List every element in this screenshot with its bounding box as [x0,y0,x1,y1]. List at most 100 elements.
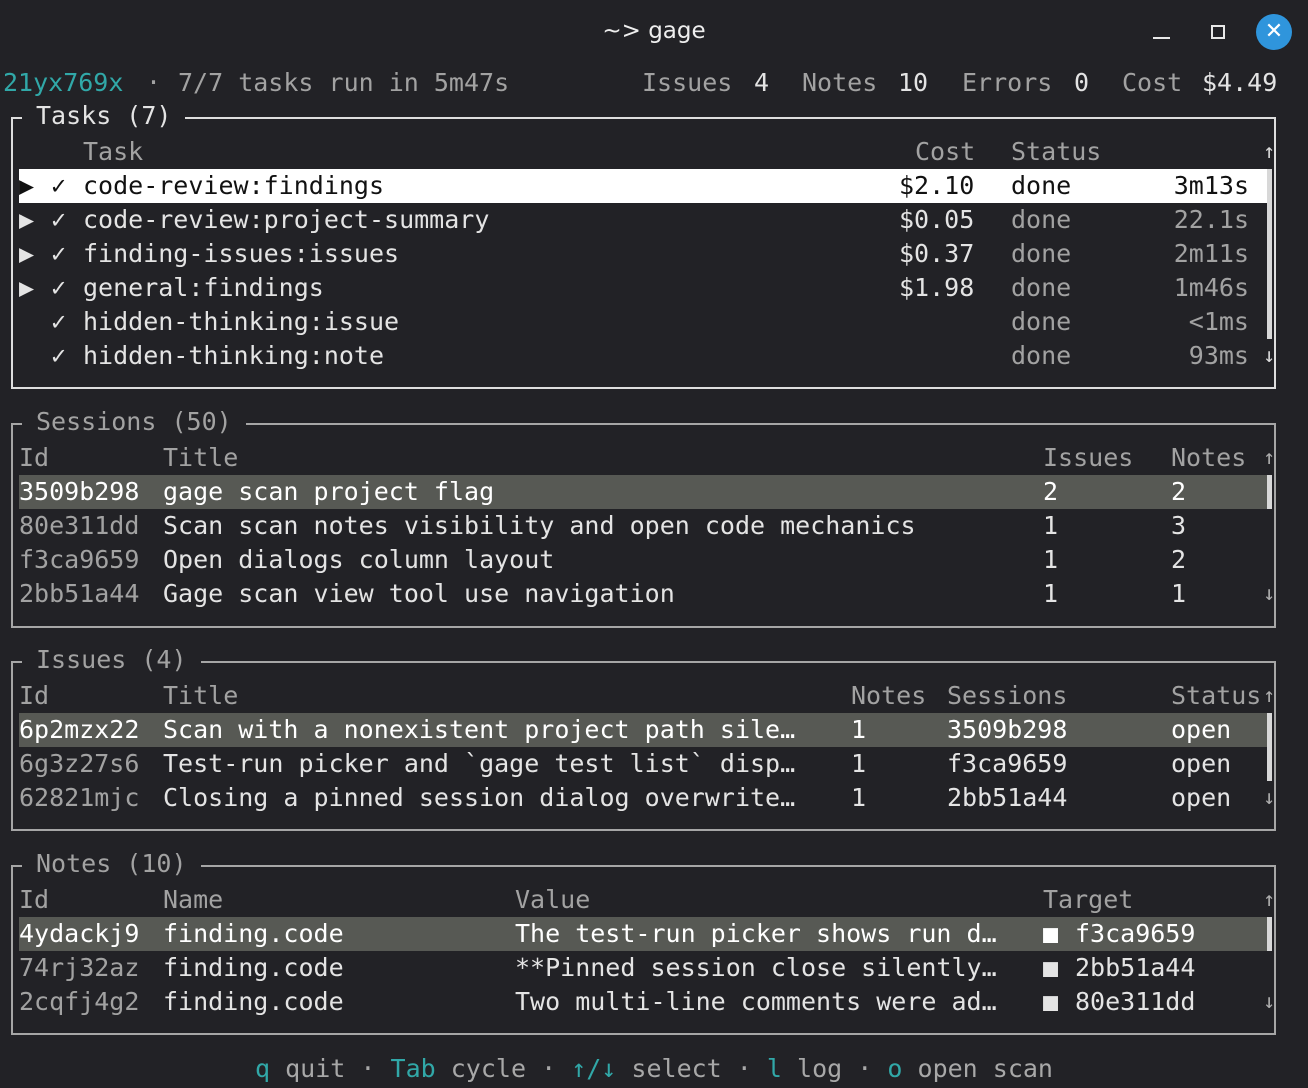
issue-session: f3ca9659 [947,749,1068,778]
note-row[interactable]: 74rj32az finding.code **Pinned session c… [19,951,1269,985]
scroll-down-icon[interactable]: ↓ [1263,581,1275,605]
note-id: 4ydackj9 [19,919,140,948]
target-column-header: Target [1043,885,1134,914]
tasks-header-row: Task Cost Status [19,135,1269,169]
scroll-up-icon[interactable]: ↑ [1263,887,1275,911]
sessions-panel[interactable]: Sessions (50) Id Title Issues Notes 3509… [11,405,1276,628]
task-cost: $2.10 [899,171,975,200]
summary-bar: 21yx769x · 7/7 tasks run in 5m47s Issues… [0,66,1308,100]
issue-session: 2bb51a44 [947,783,1068,812]
task-duration: 1m46s [1173,273,1249,302]
issue-row[interactable]: 62821mjc Closing a pinned session dialog… [19,781,1269,815]
window-title: ~> gage [602,18,706,44]
id-column-header: Id [19,681,50,710]
issues-count-label: Issues [642,68,733,97]
scroll-down-icon[interactable]: ↓ [1263,785,1275,809]
sessions-panel-title: Sessions (50) [22,405,246,439]
task-name: hidden-thinking:issue [83,307,400,336]
task-status: done [1011,273,1072,302]
footer-separator: · [360,1054,376,1083]
note-id: 2cqfj4g2 [19,987,140,1016]
sessions-scrollbar[interactable] [1267,475,1272,509]
cost-value: $4.49 [1202,68,1278,97]
session-title: Open dialogs column layout [163,545,555,574]
task-row[interactable]: ▶ ✓ general:findings $1.98 done 1m46s [19,271,1269,305]
scroll-down-icon[interactable]: ↓ [1263,343,1275,367]
scroll-up-icon[interactable]: ↑ [1263,683,1275,707]
issues-panel[interactable]: Issues (4) Id Title Notes Sessions Statu… [11,643,1276,831]
task-cost: $0.05 [899,205,975,234]
issues-header-row: Id Title Notes Sessions Status [19,679,1269,713]
note-target: f3ca9659 [1075,919,1196,948]
session-row[interactable]: 3509b298 gage scan project flag 2 2 [19,475,1269,509]
task-name: finding-issues:issues [83,239,400,268]
open-scan-key[interactable]: o [887,1054,902,1083]
session-row[interactable]: f3ca9659 Open dialogs column layout 1 2 [19,543,1269,577]
note-value: Two multi-line comments were ad… [515,987,997,1016]
notes-scrollbar[interactable] [1267,917,1272,951]
scroll-up-icon[interactable]: ↑ [1263,139,1275,163]
cycle-key[interactable]: Tab [391,1054,436,1083]
note-target: 2bb51a44 [1075,953,1196,982]
issue-session: 3509b298 [947,715,1068,744]
task-row[interactable]: ▶ ✓ finding-issues:issues $0.37 done 2m1… [19,237,1269,271]
session-row[interactable]: 80e311dd Scan scan notes visibility and … [19,509,1269,543]
status-column-header: Status [1171,681,1262,710]
session-issues: 1 [1043,545,1059,574]
expand-icon[interactable]: ▶ [19,271,34,305]
quit-key[interactable]: q [255,1054,270,1083]
tasks-panel[interactable]: Tasks (7) Task Cost Status ▶ ✓ code-revi… [11,99,1276,389]
issue-row[interactable]: 6g3z27s6 Test-run picker and `gage test … [19,747,1269,781]
task-row[interactable]: ✓ hidden-thinking:issue done <1ms [19,305,1269,339]
summary-separator: · [146,68,162,97]
issue-title: Closing a pinned session dialog overwrit… [163,783,796,812]
task-row[interactable]: ▶ ✓ code-review:project-summary $0.05 do… [19,203,1269,237]
close-icon[interactable]: ✕ [1256,14,1292,50]
issue-row[interactable]: 6p2mzx22 Scan with a nonexistent project… [19,713,1269,747]
select-key[interactable]: ↑/↓ [571,1054,616,1083]
session-notes: 2 [1171,545,1187,574]
task-row[interactable]: ✓ hidden-thinking:note done 93ms [19,339,1269,373]
scroll-up-icon[interactable]: ↑ [1263,445,1275,469]
expand-icon[interactable]: ▶ [19,169,34,203]
session-issues: 1 [1043,511,1059,540]
note-row[interactable]: 4ydackj9 finding.code The test-run picke… [19,917,1269,951]
note-value: The test-run picker shows run d… [515,919,997,948]
check-icon: ✓ [51,171,67,200]
issue-status: open [1171,715,1232,744]
cost-label: Cost [1122,68,1183,97]
issue-notes: 1 [851,715,867,744]
maximize-icon[interactable] [1200,14,1236,50]
log-label: log [797,1054,843,1083]
expand-icon[interactable]: ▶ [19,237,34,271]
note-name: finding.code [163,987,344,1016]
target-square-icon: ■ [1043,953,1059,982]
id-column-header: Id [19,443,50,472]
issues-scrollbar[interactable] [1267,713,1272,781]
window-titlebar: ~> gage ✕ [0,0,1308,66]
expand-icon[interactable]: ▶ [19,203,34,237]
issue-title: Test-run picker and `gage test list` dis… [163,749,796,778]
notes-panel[interactable]: Notes (10) Id Name Value Target 4ydackj9… [11,847,1276,1035]
session-id: f3ca9659 [19,545,140,574]
task-name: general:findings [83,273,324,302]
scroll-down-icon[interactable]: ↓ [1263,989,1275,1013]
id-column-header: Id [19,885,50,914]
task-name: code-review:project-summary [83,205,490,234]
tasks-scrollbar[interactable] [1267,169,1272,339]
note-row[interactable]: 2cqfj4g2 finding.code Two multi-line com… [19,985,1269,1019]
quit-label: quit [285,1054,346,1083]
log-key[interactable]: l [767,1054,782,1083]
minimize-icon[interactable] [1143,14,1179,50]
session-title: Gage scan view tool use navigation [163,579,675,608]
issue-title: Scan with a nonexistent project path sil… [163,715,796,744]
session-row[interactable]: 2bb51a44 Gage scan view tool use navigat… [19,577,1269,611]
name-column-header: Name [163,885,224,914]
issue-id: 6p2mzx22 [19,715,140,744]
task-row[interactable]: ▶ ✓ code-review:findings $2.10 done 3m13… [19,169,1269,203]
task-status: done [1011,205,1072,234]
notes-column-header: Notes [1171,443,1247,472]
target-square-icon: ■ [1043,987,1059,1016]
notes-header-row: Id Name Value Target [19,883,1269,917]
task-status: done [1011,307,1072,336]
